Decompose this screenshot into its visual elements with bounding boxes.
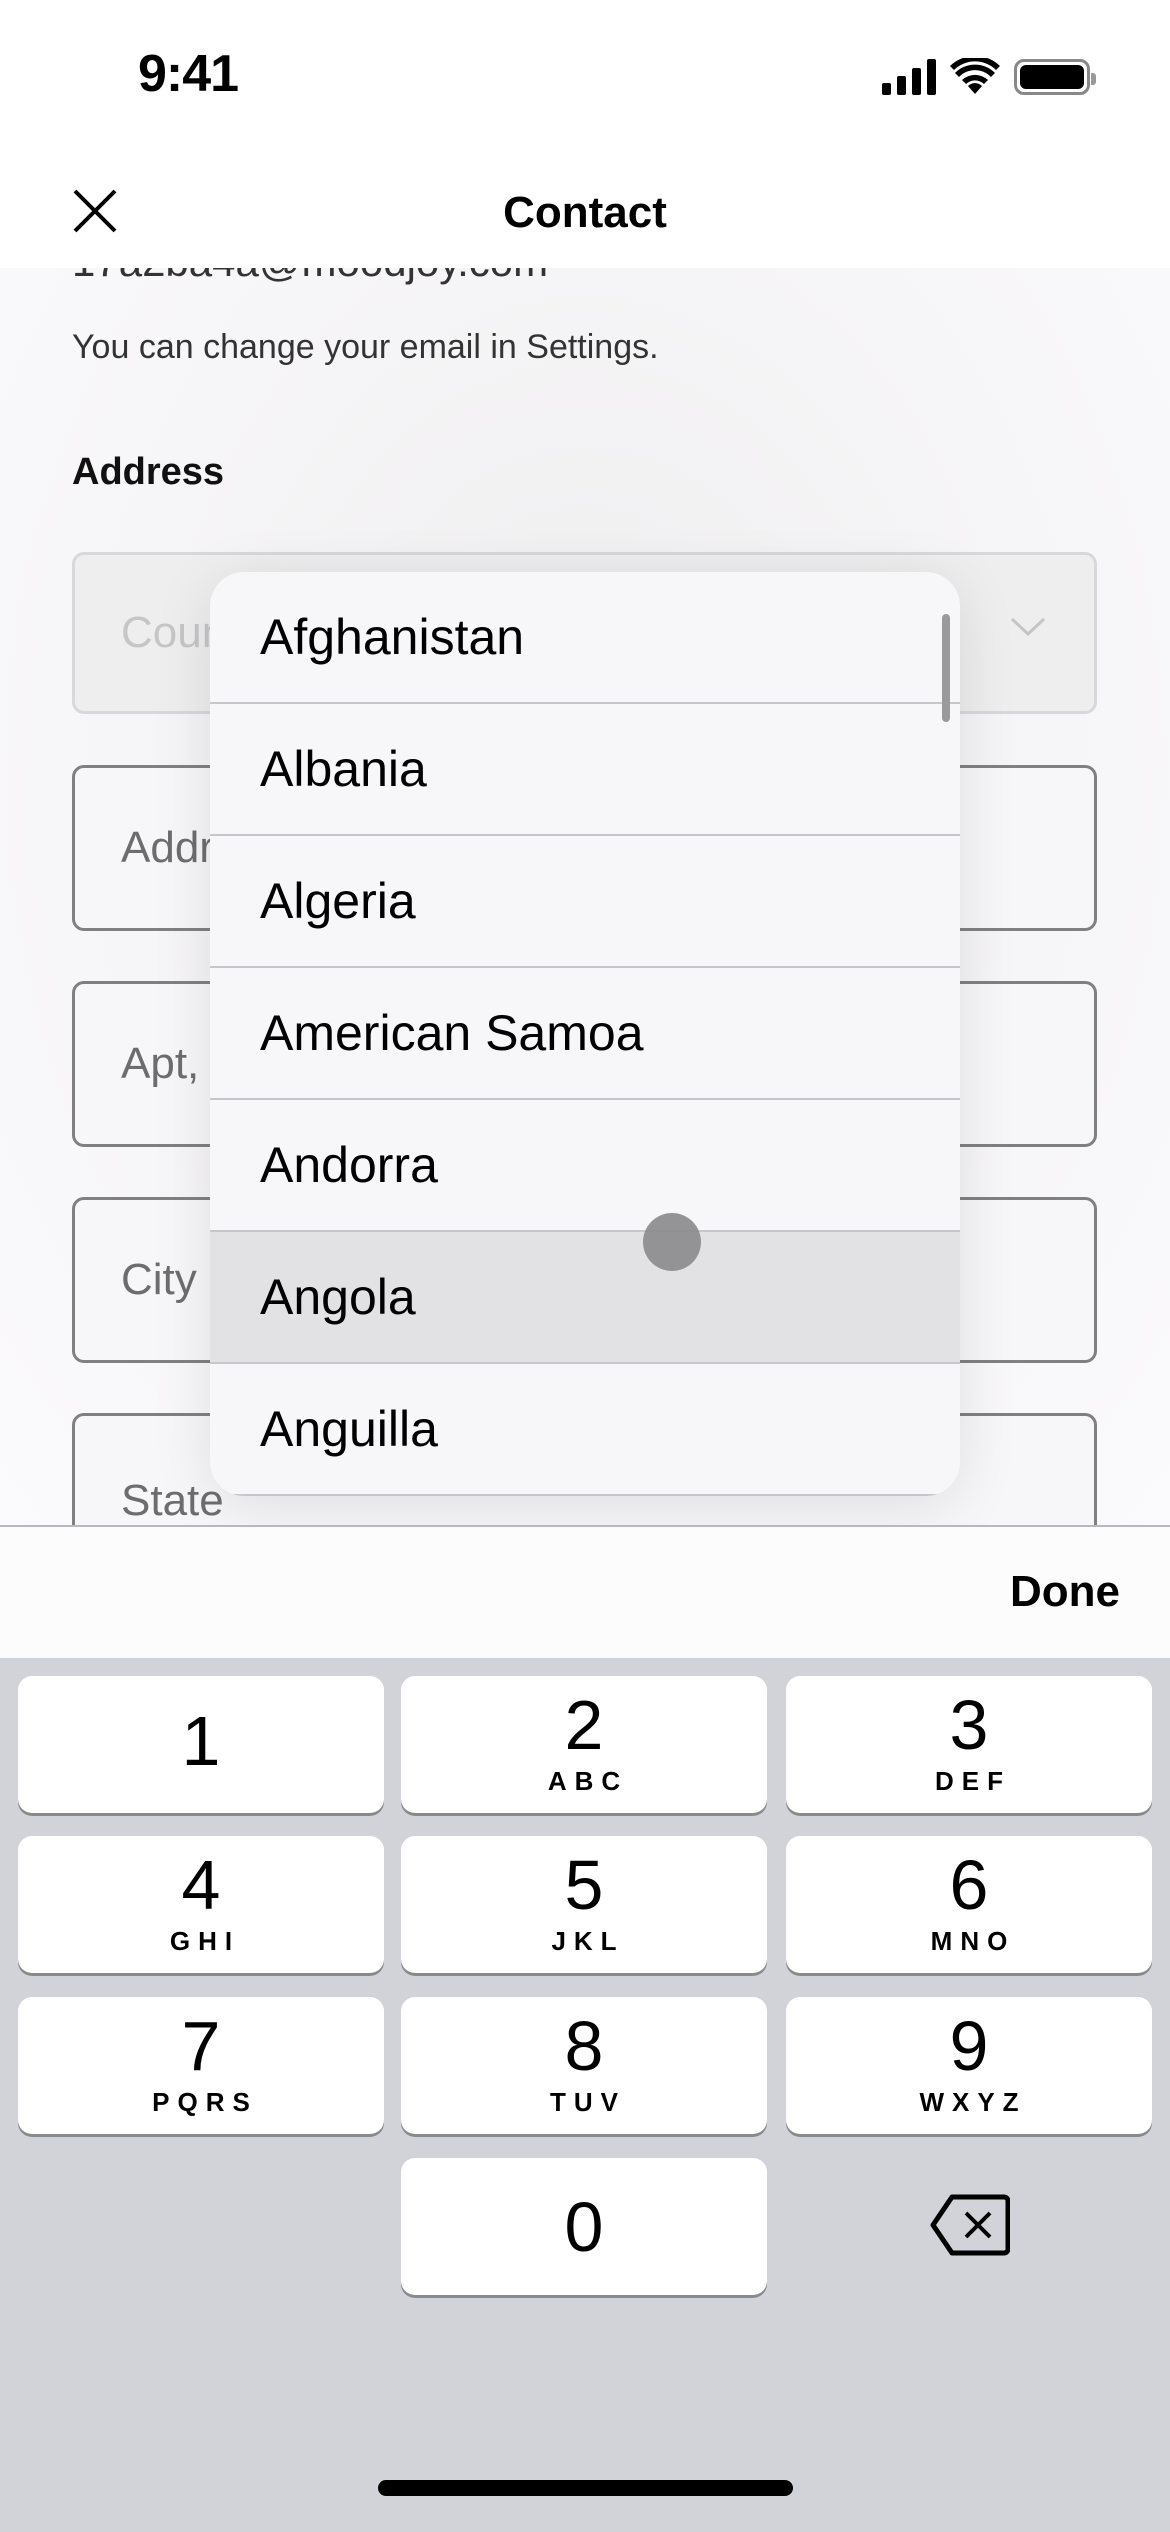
form-content[interactable]: 17a2ba4a@moodjoy.com You can change your… — [0, 268, 1170, 1525]
key-9[interactable]: 9 WXYZ — [786, 1997, 1152, 2134]
country-option[interactable]: Algeria — [210, 836, 960, 968]
backspace-icon[interactable] — [930, 2193, 1010, 2257]
key-1[interactable]: 1 — [18, 1676, 384, 1813]
key-0[interactable]: 0 — [401, 2158, 767, 2295]
address-section-label: Address — [72, 451, 225, 493]
key-letters: MNO — [930, 1926, 1016, 1956]
key-number: 5 — [564, 1846, 604, 1924]
header: Contact — [0, 150, 1170, 268]
country-dropdown-list[interactable]: Afghanistan Albania Algeria American Sam… — [210, 572, 960, 1496]
key-2[interactable]: 2 ABC — [401, 1676, 767, 1813]
chevron-down-icon — [1010, 617, 1046, 637]
key-4[interactable]: 4 GHI — [18, 1836, 384, 1973]
country-option[interactable]: American Samoa — [210, 968, 960, 1100]
cellular-signal-icon — [882, 59, 936, 95]
battery-icon — [1014, 59, 1096, 95]
key-letters: ABC — [547, 1766, 629, 1796]
keyboard-toolbar: Done — [0, 1525, 1170, 1658]
dropdown-scrollbar[interactable] — [942, 614, 950, 722]
page-title: Contact — [503, 188, 667, 237]
key-letters: PQRS — [152, 2087, 258, 2117]
key-letters: WXYZ — [919, 2087, 1027, 2117]
key-7[interactable]: 7 PQRS — [18, 1997, 384, 2134]
wifi-icon — [950, 58, 1000, 94]
touch-indicator — [643, 1213, 701, 1271]
key-number: 0 — [564, 2188, 604, 2266]
key-letters: DEF — [935, 1766, 1011, 1796]
key-letters: TUV — [550, 2087, 626, 2117]
key-number: 4 — [181, 1846, 221, 1924]
key-number: 8 — [564, 2007, 604, 2085]
key-letters: JKL — [551, 1926, 625, 1956]
country-option[interactable]: Albania — [210, 704, 960, 836]
numeric-keypad: 1 2 ABC 3 DEF 4 GHI 5 JKL 6 MNO 7 PQRS 8… — [0, 1658, 1170, 2532]
key-6[interactable]: 6 MNO — [786, 1836, 1152, 1973]
key-number: 3 — [949, 1686, 989, 1764]
state-placeholder: State — [121, 1476, 224, 1525]
key-3[interactable]: 3 DEF — [786, 1676, 1152, 1813]
home-indicator[interactable] — [378, 2480, 793, 2496]
key-number: 9 — [949, 2007, 989, 2085]
status-icons — [882, 58, 1096, 96]
email-value: 17a2ba4a@moodjoy.com — [72, 268, 548, 286]
key-number: 6 — [949, 1846, 989, 1924]
key-number: 2 — [564, 1686, 604, 1764]
email-helper-text: You can change your email in Settings. — [72, 328, 659, 366]
key-5[interactable]: 5 JKL — [401, 1836, 767, 1973]
country-option-highlighted[interactable]: Angola — [210, 1232, 960, 1364]
status-bar: 9:41 — [0, 0, 1170, 150]
country-option[interactable]: Andorra — [210, 1100, 960, 1232]
key-number: 1 — [181, 1702, 221, 1780]
key-letters: GHI — [169, 1926, 241, 1956]
city-placeholder: City — [121, 1255, 197, 1304]
key-number: 7 — [181, 2007, 221, 2085]
done-button[interactable]: Done — [1010, 1567, 1120, 1617]
country-option[interactable]: Anguilla — [210, 1364, 960, 1496]
country-option[interactable]: Afghanistan — [210, 572, 960, 704]
status-time: 9:41 — [138, 45, 239, 103]
key-8[interactable]: 8 TUV — [401, 1997, 767, 2134]
